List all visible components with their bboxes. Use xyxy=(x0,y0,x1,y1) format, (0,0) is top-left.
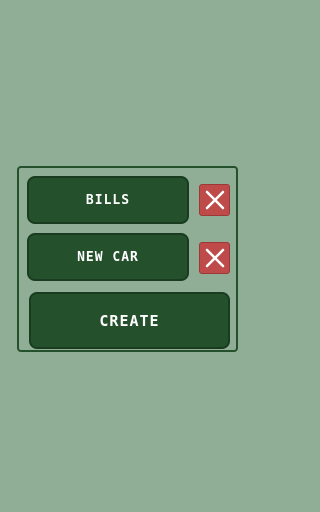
item-label: BILLS xyxy=(85,192,131,208)
delete-bills-button[interactable] xyxy=(199,184,230,216)
create-button[interactable]: CREATE xyxy=(29,292,230,349)
close-x-icon xyxy=(205,248,224,268)
delete-new-car-button[interactable] xyxy=(199,242,230,274)
create-label: CREATE xyxy=(99,311,160,330)
item-button-bills[interactable]: BILLS xyxy=(27,176,189,224)
item-label: NEW CAR xyxy=(77,249,139,265)
close-x-icon xyxy=(205,190,224,210)
list-panel: BILLS NEW CAR CREATE xyxy=(17,166,238,352)
item-button-new-car[interactable]: NEW CAR xyxy=(27,233,189,281)
